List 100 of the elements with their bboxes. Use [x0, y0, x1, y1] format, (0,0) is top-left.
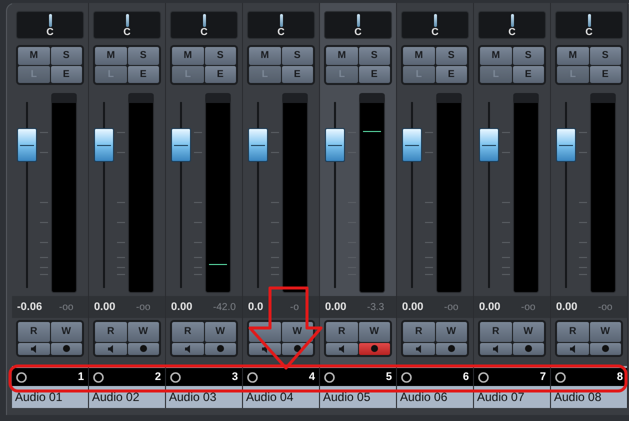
peak-value: -o	[290, 300, 299, 314]
solo-button[interactable]: S	[282, 47, 313, 64]
speaker-icon	[31, 344, 36, 353]
pan-indicator-icon	[588, 14, 590, 27]
mute-button[interactable]: M	[18, 47, 50, 64]
monitor-button[interactable]	[18, 342, 50, 355]
pan-control[interactable]: C	[555, 11, 623, 39]
edit-button[interactable]: E	[282, 66, 313, 83]
fader-thumb[interactable]	[94, 128, 114, 162]
pan-indicator-icon	[280, 14, 282, 27]
circle-icon	[16, 372, 27, 382]
fader-thumb[interactable]	[556, 128, 576, 162]
edit-button[interactable]: E	[358, 66, 390, 83]
write-button[interactable]: W	[128, 322, 159, 342]
record-button[interactable]	[590, 342, 621, 355]
record-button[interactable]	[128, 342, 159, 355]
write-button[interactable]: W	[358, 322, 390, 342]
track-number: 3	[232, 370, 238, 385]
pan-control[interactable]: C	[93, 11, 161, 39]
write-button[interactable]: W	[282, 322, 313, 342]
mute-button[interactable]: M	[172, 47, 204, 64]
fader-thumb[interactable]	[479, 128, 499, 162]
pan-control[interactable]: C	[170, 11, 238, 39]
solo-button[interactable]: S	[590, 47, 621, 64]
mute-button[interactable]: M	[403, 47, 434, 64]
record-button[interactable]	[204, 342, 236, 355]
edit-button[interactable]: E	[128, 66, 159, 83]
edit-button[interactable]: E	[590, 66, 621, 83]
read-button[interactable]: R	[18, 322, 50, 342]
pan-value: C	[354, 27, 362, 38]
solo-button[interactable]: S	[50, 47, 82, 64]
mute-button[interactable]: M	[95, 47, 126, 64]
pan-value: C	[277, 27, 285, 38]
pan-control[interactable]: C	[478, 11, 546, 39]
pan-control[interactable]: C	[16, 11, 84, 39]
speaker-icon	[262, 344, 268, 353]
circle-icon	[478, 372, 489, 382]
record-button[interactable]	[358, 342, 390, 355]
peak-value: -3.3	[367, 300, 384, 314]
mute-button[interactable]: M	[557, 47, 588, 64]
pan-value: C	[508, 27, 516, 38]
solo-button[interactable]: S	[358, 47, 390, 64]
pan-control[interactable]: C	[324, 11, 392, 39]
track-number: 1	[78, 370, 84, 385]
mute-button[interactable]: M	[249, 47, 280, 64]
fader-thumb[interactable]	[171, 128, 191, 162]
track-number: 7	[540, 370, 546, 385]
fader-thumb[interactable]	[17, 128, 37, 162]
write-button[interactable]: W	[590, 322, 621, 342]
monitor-button[interactable]	[557, 342, 588, 355]
solo-button[interactable]: S	[204, 47, 236, 64]
solo-button[interactable]: S	[128, 47, 159, 64]
write-button[interactable]: W	[512, 322, 544, 342]
edit-button[interactable]: E	[512, 66, 544, 83]
volume-value: 0.00	[479, 300, 502, 315]
read-button[interactable]: R	[480, 322, 512, 342]
circle-icon	[555, 372, 566, 382]
monitor-button[interactable]	[172, 342, 204, 355]
peak-value: -oo	[444, 300, 458, 314]
read-button[interactable]: R	[95, 322, 126, 342]
mute-button[interactable]: M	[326, 47, 358, 64]
edit-button[interactable]: E	[204, 66, 236, 83]
mute-button[interactable]: M	[480, 47, 512, 64]
fader-thumb[interactable]	[325, 128, 345, 162]
circle-icon	[247, 372, 258, 382]
fader-thumb[interactable]	[402, 128, 422, 162]
volume-value: -0.06	[17, 300, 44, 315]
pan-control[interactable]: C	[401, 11, 469, 39]
write-button[interactable]: W	[436, 322, 467, 342]
record-icon	[370, 345, 378, 352]
edit-button[interactable]: E	[436, 66, 467, 83]
speaker-icon	[416, 344, 422, 353]
volume-value: 0.00	[325, 300, 348, 315]
record-icon	[448, 345, 455, 352]
pan-indicator-icon	[126, 14, 128, 27]
pan-control[interactable]: C	[247, 11, 315, 39]
monitor-button[interactable]	[480, 342, 512, 355]
volume-value: 0.0	[248, 300, 264, 315]
record-icon	[62, 345, 70, 352]
pan-value: C	[123, 27, 131, 38]
write-button[interactable]: W	[204, 322, 236, 342]
solo-button[interactable]: S	[436, 47, 467, 64]
monitor-button[interactable]	[95, 342, 126, 355]
write-button[interactable]: W	[50, 322, 82, 342]
pan-indicator-icon	[356, 14, 360, 27]
peak-value: -oo	[521, 300, 536, 314]
solo-button[interactable]: S	[512, 47, 544, 64]
record-button[interactable]	[512, 342, 544, 355]
read-button[interactable]: R	[172, 322, 204, 342]
fader-thumb[interactable]	[248, 128, 268, 162]
record-button[interactable]	[50, 342, 82, 355]
volume-value: 0.00	[556, 300, 578, 315]
monitor-button[interactable]	[326, 342, 358, 355]
record-button[interactable]	[436, 342, 467, 355]
edit-button[interactable]: E	[50, 66, 82, 83]
read-button[interactable]: R	[326, 322, 358, 342]
read-button[interactable]: R	[557, 322, 588, 342]
volume-value: 0.00	[171, 300, 194, 315]
read-button[interactable]: R	[403, 322, 434, 342]
monitor-button[interactable]	[403, 342, 434, 355]
